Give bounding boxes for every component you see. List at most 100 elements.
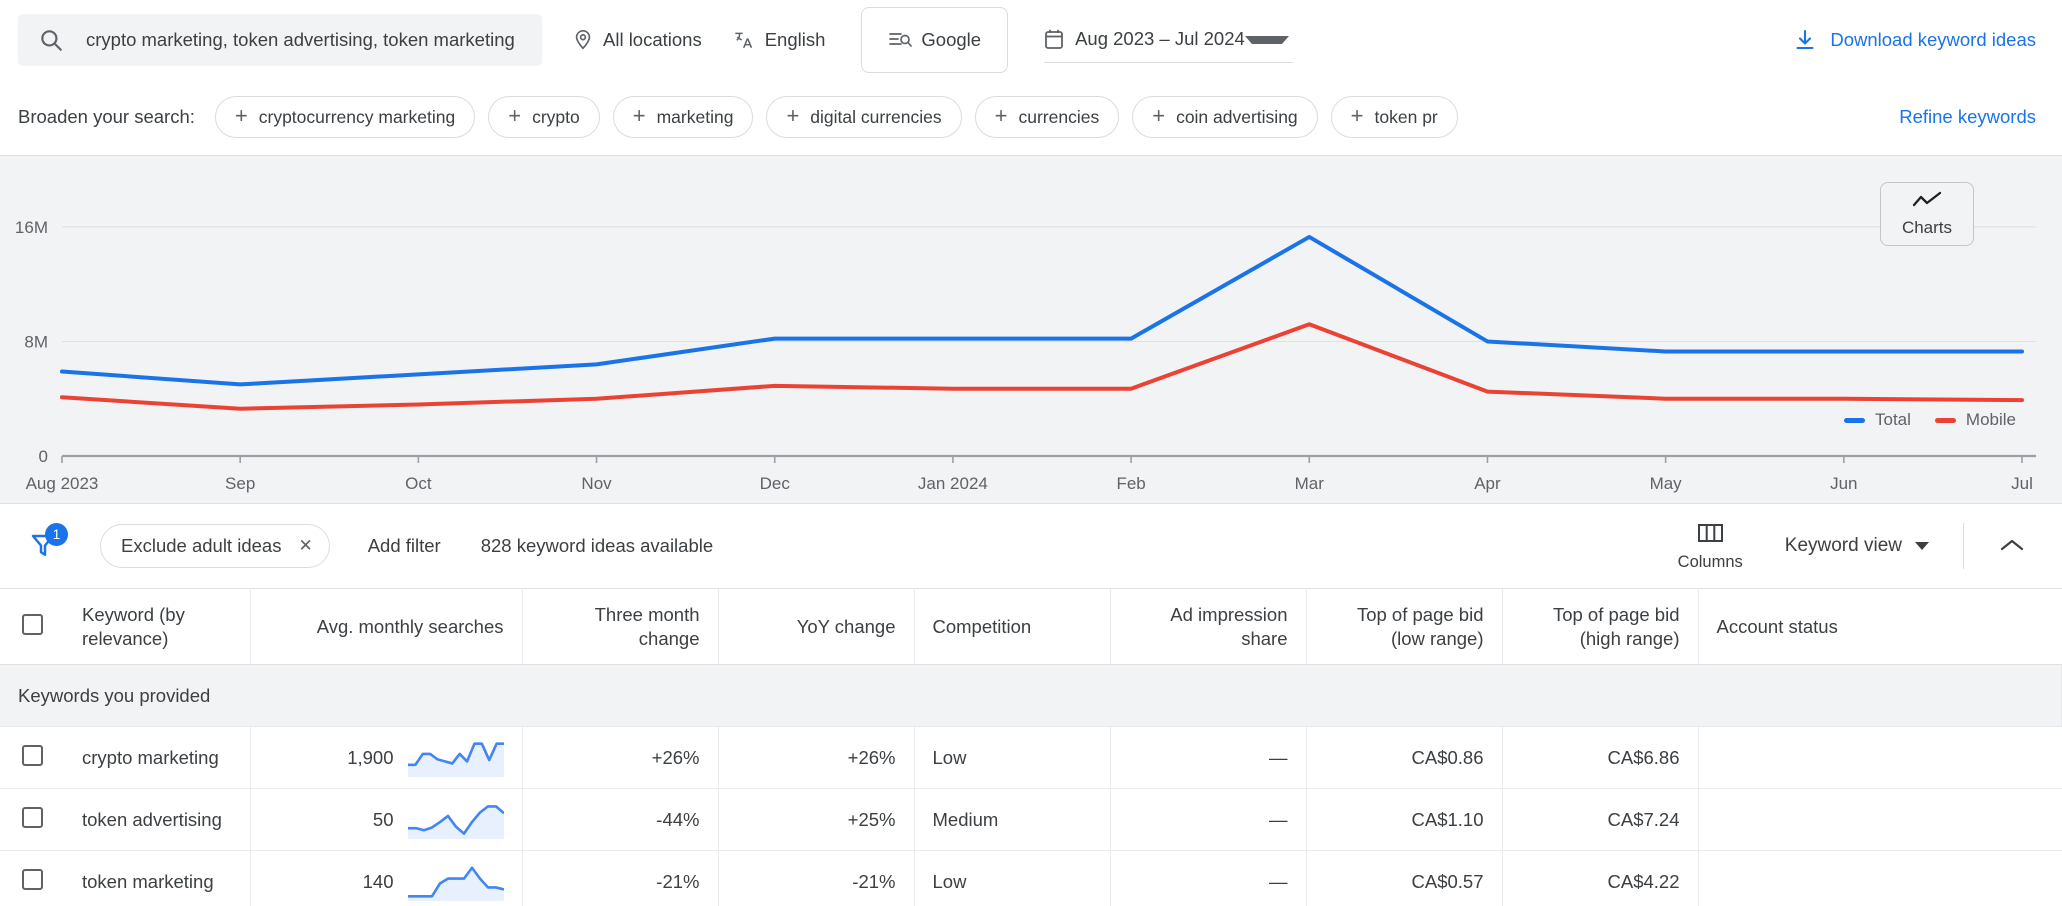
calendar-icon [1044, 28, 1064, 50]
date-range-selector[interactable]: Aug 2023 – Jul 2024 [1044, 17, 1293, 63]
filter-bar-right-controls: Columns Keyword view [1678, 521, 2036, 572]
column-header-ad-impression-share[interactable]: Ad impression share [1110, 589, 1306, 665]
column-header-competition[interactable]: Competition [914, 589, 1110, 665]
filter-button[interactable]: 1 [28, 525, 70, 567]
keyword-ideas-table: Keyword (by relevance) Avg. monthly sear… [0, 588, 2062, 906]
x-axis-tick-label: Oct [405, 474, 432, 493]
download-label: Download keyword ideas [1830, 29, 2036, 51]
plus-icon: + [508, 105, 521, 127]
keyword-ideas-count: 828 keyword ideas available [481, 535, 713, 557]
table-row[interactable]: crypto marketing1,900+26%+26%Low—CA$0.86… [0, 727, 2062, 789]
filter-chip-exclude-adult-ideas[interactable]: Exclude adult ideas ✕ [100, 524, 330, 568]
x-axis-tick-label: Feb [1116, 474, 1145, 493]
table-header-row: Keyword (by relevance) Avg. monthly sear… [0, 589, 2062, 665]
charts-toggle-button[interactable]: Charts [1880, 182, 1974, 246]
column-header-top-of-page-bid-high[interactable]: Top of page bid (high range) [1502, 589, 1698, 665]
location-pin-icon [572, 29, 594, 51]
cell-account-status [1698, 851, 2062, 906]
columns-icon [1697, 521, 1724, 550]
collapse-panel-button[interactable] [1998, 537, 2036, 555]
x-axis-tick-label: May [1650, 474, 1683, 493]
column-header-ais-line2: share [1129, 627, 1288, 650]
cell-competition: Low [914, 727, 1110, 789]
translate-icon [732, 29, 756, 51]
column-header-keyword[interactable]: Keyword (by relevance) [64, 589, 250, 665]
table-row[interactable]: token advertising50-44%+25%Medium—CA$1.1… [0, 789, 2062, 851]
cell-avg-monthly-searches: 1,900 [250, 727, 522, 789]
cell-keyword[interactable]: crypto marketing [64, 727, 250, 789]
broaden-pill-cryptocurrency-marketing[interactable]: + cryptocurrency marketing [215, 96, 475, 138]
charts-button-label: Charts [1902, 218, 1952, 238]
search-volume-chart-panel: 08M16MAug 2023SepOctNovDecJan 2024FebMar… [0, 156, 2062, 504]
chevron-down-icon[interactable] [1245, 36, 1289, 44]
x-axis-tick-label: Jan 2024 [918, 474, 988, 493]
broaden-pill-label: currencies [1018, 107, 1099, 128]
network-selector[interactable]: Google [861, 7, 1008, 73]
line-chart-icon [1912, 191, 1942, 216]
row-select-cell [0, 727, 64, 789]
language-label: English [765, 29, 826, 51]
broaden-pill-currencies[interactable]: + currencies [975, 96, 1120, 138]
column-header-yoy-change[interactable]: YoY change [718, 589, 914, 665]
language-selector[interactable]: English [732, 20, 826, 60]
x-axis-tick-label: Mar [1295, 474, 1325, 493]
avg-monthly-searches-value: 140 [363, 871, 394, 893]
cell-yoy-change: -21% [718, 851, 914, 906]
broaden-pill-label: coin advertising [1176, 107, 1298, 128]
cell-ad-impression-share: — [1110, 851, 1306, 906]
plus-icon: + [633, 105, 646, 127]
cell-account-status [1698, 727, 2062, 789]
download-keyword-ideas-button[interactable]: Download keyword ideas [1793, 28, 2036, 52]
column-header-keyword-line1: Keyword (by [82, 603, 232, 626]
table-section-row: Keywords you provided [0, 665, 2062, 727]
broaden-pill-crypto[interactable]: + crypto [488, 96, 600, 138]
select-all-checkbox[interactable] [22, 614, 43, 635]
view-selector[interactable]: Keyword view [1785, 535, 1929, 557]
legend-label-mobile: Mobile [1966, 410, 2016, 430]
broaden-pill-token-pr[interactable]: + token pr [1331, 96, 1458, 138]
column-header-avg-monthly-searches[interactable]: Avg. monthly searches [250, 589, 522, 665]
row-checkbox[interactable] [22, 807, 43, 828]
table-row[interactable]: token marketing140-21%-21%Low—CA$0.57CA$… [0, 851, 2062, 906]
row-checkbox[interactable] [22, 745, 43, 766]
close-icon[interactable]: ✕ [298, 536, 312, 556]
cell-avg-monthly-searches: 140 [250, 851, 522, 906]
search-input[interactable] [84, 28, 528, 52]
keyword-trend-sparkline [408, 801, 504, 839]
chart-series-total [62, 237, 2022, 384]
locations-selector[interactable]: All locations [572, 20, 702, 60]
refine-keywords-link[interactable]: Refine keywords [1899, 106, 2036, 128]
broaden-pill-digital-currencies[interactable]: + digital currencies [766, 96, 961, 138]
table-body: Keywords you provided crypto marketing1,… [0, 665, 2062, 906]
keyword-search-box[interactable] [18, 14, 542, 66]
cell-top-of-page-bid-high: CA$4.22 [1502, 851, 1698, 906]
column-header-top-of-page-bid-low[interactable]: Top of page bid (low range) [1306, 589, 1502, 665]
divider [1963, 523, 1964, 569]
download-icon [1793, 28, 1817, 52]
broaden-pill-label: digital currencies [810, 107, 941, 128]
avg-monthly-searches-value: 50 [373, 809, 394, 831]
plus-icon: + [1351, 105, 1364, 127]
column-header-keyword-line2: relevance) [82, 627, 232, 650]
select-all-header [0, 589, 64, 665]
broaden-pill-label: marketing [657, 107, 734, 128]
search-icon [38, 27, 64, 53]
chevron-down-icon [1915, 542, 1929, 550]
cell-keyword[interactable]: token advertising [64, 789, 250, 851]
add-filter-button[interactable]: Add filter [368, 535, 441, 557]
broaden-pill-marketing[interactable]: + marketing [613, 96, 754, 138]
column-header-three-month-change[interactable]: Three month change [522, 589, 718, 665]
cell-top-of-page-bid-low: CA$0.57 [1306, 851, 1502, 906]
column-header-account-status[interactable]: Account status [1698, 589, 2062, 665]
network-label: Google [921, 29, 981, 51]
row-checkbox[interactable] [22, 869, 43, 890]
cell-competition: Medium [914, 789, 1110, 851]
cell-keyword[interactable]: token marketing [64, 851, 250, 906]
broaden-pill-coin-advertising[interactable]: + coin advertising [1132, 96, 1317, 138]
x-axis-tick-label: Nov [581, 474, 612, 493]
y-axis-tick-label: 16M [15, 218, 48, 237]
columns-button[interactable]: Columns [1678, 521, 1743, 572]
cell-account-status [1698, 789, 2062, 851]
x-axis-tick-label: Jun [1830, 474, 1857, 493]
keyword-trend-sparkline [408, 739, 504, 777]
